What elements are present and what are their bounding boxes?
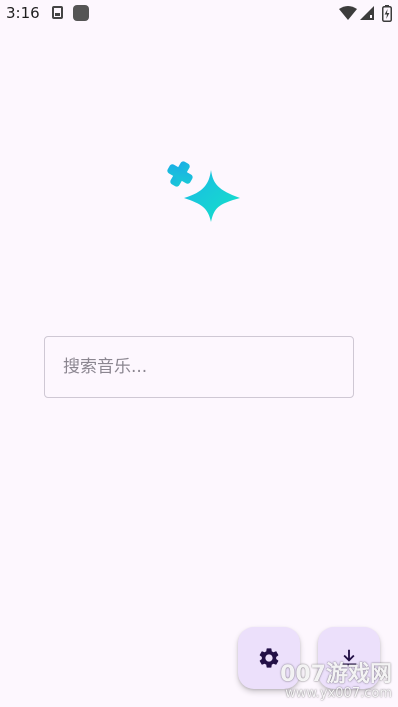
sparkle-icon — [167, 161, 240, 222]
search-field[interactable] — [44, 336, 354, 398]
app-square-icon — [73, 5, 89, 21]
wifi-icon — [339, 6, 357, 20]
settings-button[interactable] — [238, 627, 300, 689]
status-bar: 3:16 — [0, 0, 398, 28]
watermark-url: www.yx007.com — [285, 686, 392, 701]
accessibility-icon — [52, 6, 63, 19]
status-time: 3:16 — [6, 4, 40, 22]
download-button[interactable] — [318, 627, 380, 689]
search-input[interactable] — [45, 337, 353, 397]
download-icon — [341, 649, 357, 666]
signal-icon — [360, 6, 374, 20]
battery-icon — [382, 5, 392, 22]
gear-icon — [259, 648, 279, 668]
